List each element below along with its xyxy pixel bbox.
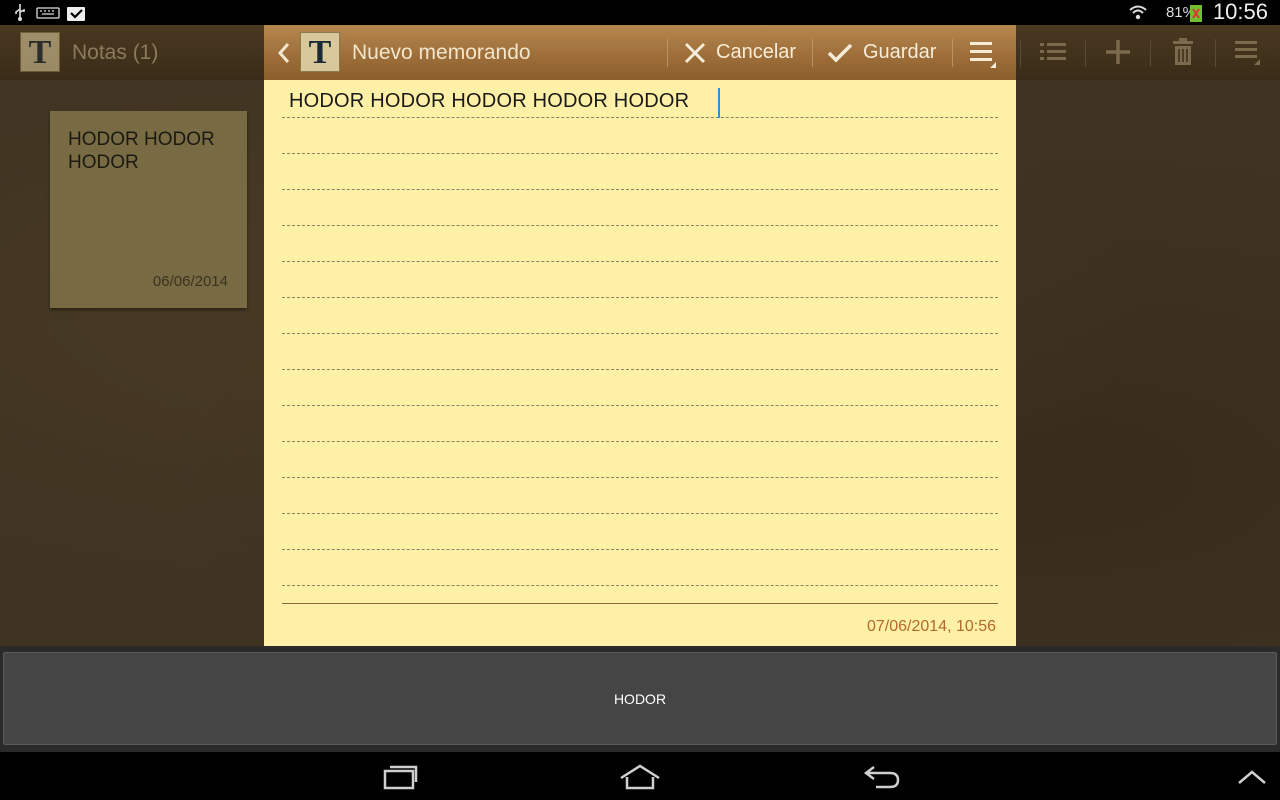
keyboard-icon xyxy=(36,7,60,19)
suggestion-word: HODOR xyxy=(613,690,667,707)
list-view-icon[interactable] xyxy=(1039,38,1067,66)
ruled-line xyxy=(282,261,998,262)
separator xyxy=(812,39,813,67)
text-cursor xyxy=(718,88,720,118)
ruled-line xyxy=(282,549,998,550)
recent-apps-icon xyxy=(383,765,418,790)
store-bag-icon xyxy=(67,7,85,21)
cancel-label: Cancelar xyxy=(716,41,797,63)
ruled-line xyxy=(282,477,998,478)
note-card-date: 06/06/2014 xyxy=(152,273,228,290)
editor-logo[interactable]: T xyxy=(300,32,340,72)
status-bar: 81% 10:56 xyxy=(0,0,1280,25)
separator xyxy=(1085,39,1086,67)
save-label: Guardar xyxy=(863,41,937,63)
note-card-text: HODOR HODOR HODOR xyxy=(68,129,215,173)
editor-menu-icon[interactable] xyxy=(970,39,998,69)
ruled-line xyxy=(282,225,998,226)
ruled-line xyxy=(282,117,998,118)
save-button[interactable]: Guardar xyxy=(827,25,936,80)
separator xyxy=(667,39,668,67)
notes-list-title: Notas (1) xyxy=(72,41,159,64)
menu-icon[interactable] xyxy=(1234,38,1262,66)
chevron-up-icon xyxy=(1238,770,1266,784)
separator xyxy=(952,39,953,67)
ruled-line xyxy=(282,585,998,586)
cancel-button[interactable]: Cancelar xyxy=(684,25,796,80)
usb-icon xyxy=(15,4,25,21)
ruled-line xyxy=(282,405,998,406)
back-chevron-icon[interactable] xyxy=(276,41,292,65)
home-icon xyxy=(620,764,660,790)
separator xyxy=(1020,39,1021,67)
hide-keyboard-button[interactable] xyxy=(1222,760,1280,794)
note-card[interactable]: HODOR HODOR HODOR 06/06/2014 xyxy=(50,111,247,308)
separator xyxy=(1215,39,1216,67)
back-icon xyxy=(863,766,900,789)
add-icon[interactable] xyxy=(1104,38,1132,66)
ruled-line xyxy=(282,189,998,190)
wifi-icon xyxy=(1129,5,1147,20)
ruled-line xyxy=(282,369,998,370)
recent-apps-button[interactable] xyxy=(370,760,430,794)
ruled-line xyxy=(282,333,998,334)
battery-charging-icon xyxy=(1190,5,1202,22)
footer-divider xyxy=(282,603,998,604)
close-icon xyxy=(684,42,706,63)
separator xyxy=(1150,39,1151,67)
ruled-line xyxy=(282,441,998,442)
ruled-line xyxy=(282,297,998,298)
ruled-line xyxy=(282,153,998,154)
keyboard-suggestion-bar: HODOR xyxy=(0,646,1280,752)
suggestion-button[interactable]: HODOR xyxy=(3,652,1277,745)
checkmark-icon xyxy=(827,43,853,62)
note-timestamp: 07/06/2014, 10:56 xyxy=(866,618,996,635)
back-button[interactable] xyxy=(852,760,912,794)
navigation-bar xyxy=(0,752,1280,800)
clock: 10:56 xyxy=(1212,0,1268,24)
ruled-line xyxy=(282,513,998,514)
app-logo: T xyxy=(20,32,60,72)
home-button[interactable] xyxy=(610,760,670,794)
note-body-text[interactable]: HODOR HODOR HODOR HODOR HODOR xyxy=(289,90,689,113)
editor-header: T Nuevo memorando Cancelar Guardar xyxy=(264,25,1016,80)
delete-icon[interactable] xyxy=(1169,38,1197,66)
editor-title: Nuevo memorando xyxy=(352,41,531,64)
note-editor[interactable]: HODOR HODOR HODOR HODOR HODOR 07/06/2014… xyxy=(264,80,1016,646)
